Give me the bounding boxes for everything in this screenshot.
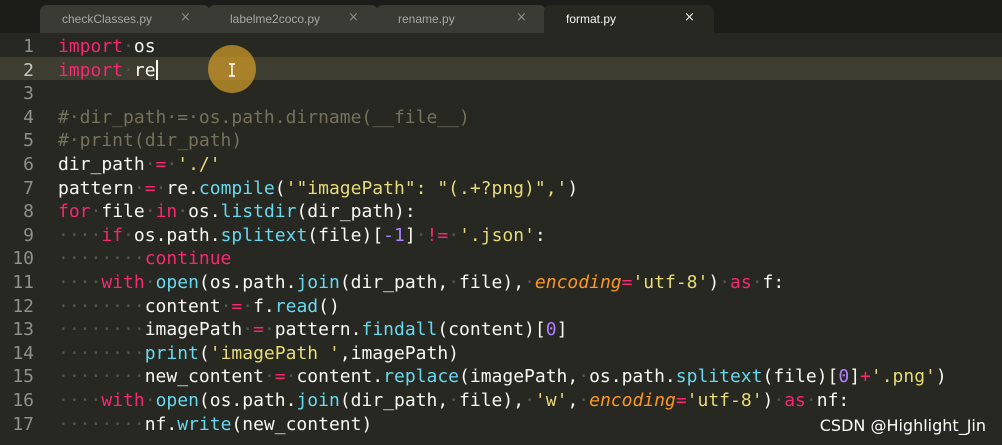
text-caret: [155, 59, 158, 80]
close-icon[interactable]: ×: [348, 10, 359, 25]
line-number: 12: [12, 295, 34, 317]
line-number: 2: [23, 59, 34, 81]
code-line[interactable]: pattern·=·re.compile('"imagePath": "(.+?…: [58, 177, 578, 200]
line-number: 9: [23, 224, 34, 246]
code-editor[interactable]: 1 2 3 4 5 6 7 8 9 10 11 12 13 14 15 16 17 import·os impor…: [0, 33, 1002, 445]
line-number: 17: [12, 413, 34, 435]
code-line[interactable]: ····with·open(os.path.join(dir_path,·fil…: [58, 389, 849, 412]
tab-label: format.py: [566, 12, 617, 26]
close-icon[interactable]: ×: [516, 10, 527, 25]
close-icon[interactable]: ×: [684, 10, 695, 25]
line-number: 1: [23, 36, 34, 57]
tab-label: labelme2coco.py: [230, 12, 321, 26]
code-line[interactable]: ········nf.write(new_content): [58, 413, 372, 436]
tab-rename[interactable]: rename.py ×: [376, 5, 546, 33]
code-line[interactable]: #·print(dir_path): [58, 129, 242, 152]
tab-checkclasses[interactable]: checkClasses.py ×: [40, 5, 210, 33]
code-line[interactable]: dir_path·=·'./': [58, 153, 221, 176]
line-number: 8: [23, 201, 34, 223]
line-number: 14: [12, 342, 34, 364]
code-line[interactable]: ····with·open(os.path.join(dir_path,·fil…: [58, 271, 784, 294]
line-number-gutter: 1 2 3 4 5 6 7 8 9 10 11 12 13 14 15 16 17: [0, 33, 48, 445]
tab-labelme2coco[interactable]: labelme2coco.py ×: [208, 5, 378, 33]
code-line[interactable]: import·re: [58, 59, 158, 82]
code-line[interactable]: #·dir_path·=·os.path.dirname(__file__): [58, 106, 470, 129]
code-line[interactable]: import·os: [58, 35, 156, 58]
line-number: 11: [12, 272, 34, 293]
line-number: 10: [12, 248, 34, 270]
line-number: 16: [12, 390, 34, 411]
code-line[interactable]: for·file·in·os.listdir(dir_path):: [58, 200, 416, 223]
line-number: 3: [23, 83, 34, 105]
line-number: 4: [23, 106, 34, 128]
watermark: CSDN @Highlight_Jin: [819, 416, 986, 435]
tab-format[interactable]: format.py ×: [544, 5, 714, 33]
code-line[interactable]: ········content·=·f.read(): [58, 295, 340, 318]
tab-label: rename.py: [398, 12, 455, 26]
code-line[interactable]: ········continue: [58, 247, 231, 270]
tab-bar: checkClasses.py × labelme2coco.py × rena…: [0, 0, 1002, 33]
code-line[interactable]: ····if·os.path.splitext(file)[-1]·!=·'.j…: [58, 224, 546, 247]
code-line[interactable]: ········print('imagePath ',imagePath): [58, 342, 459, 365]
code-line[interactable]: ········imagePath·=·pattern.findall(cont…: [58, 318, 567, 341]
close-icon[interactable]: ×: [180, 10, 191, 25]
line-number: 13: [12, 319, 34, 341]
line-number: 5: [23, 130, 34, 152]
line-number: 7: [23, 177, 34, 199]
tab-label: checkClasses.py: [62, 12, 153, 26]
line-number: 6: [23, 154, 34, 175]
line-number: 15: [12, 366, 34, 388]
text-cursor-icon: [229, 63, 235, 77]
code-line[interactable]: ········new_content·=·content.replace(im…: [58, 365, 947, 388]
